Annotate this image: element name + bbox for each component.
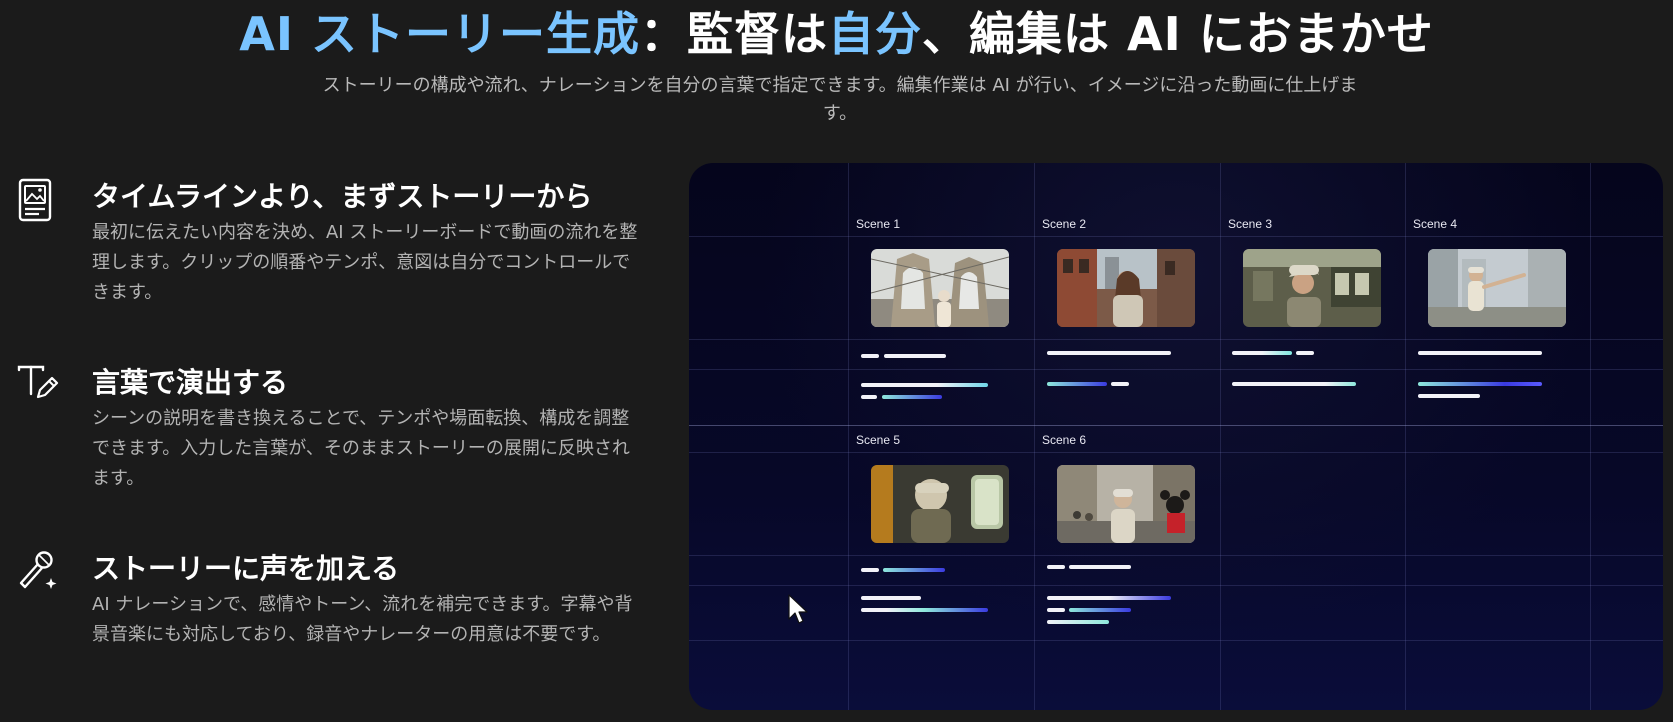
text-placeholder-bar <box>861 568 879 572</box>
text-placeholder-bar <box>1047 596 1171 600</box>
text-placeholder-bar <box>1296 351 1314 355</box>
scene-label-2: Scene 2 <box>1042 217 1087 231</box>
page-subtitle: ストーリーの構成や流れ、ナレーションを自分の言葉で指定できます。編集作業は AI… <box>322 75 1358 124</box>
text-placeholder-bar <box>1418 394 1480 398</box>
storyboard-icon <box>16 178 60 222</box>
feature-description: 最初に伝えたい内容を決め、AI ストーリーボードで動画の流れを整理します。クリッ… <box>92 222 638 303</box>
storyboard-preview: Scene 1 Scene 2 Scene 3 Scene 4 Scene 5 … <box>689 163 1663 710</box>
page-title: AI ストーリー生成：監督は自分、編集は AI におまかせ <box>0 2 1673 66</box>
scene-2-thumbnail[interactable] <box>1057 249 1195 327</box>
scene-label-6: Scene 6 <box>1042 433 1087 447</box>
page: AI ストーリー生成：監督は自分、編集は AI におまかせ ストーリーの構成や流… <box>0 0 1673 722</box>
text-placeholder-bar <box>1418 351 1542 355</box>
grid-line <box>689 236 1663 237</box>
text-placeholder-bar <box>861 395 877 399</box>
mouse-cursor-icon <box>787 593 811 627</box>
feature-title: 言葉で演出する <box>92 366 289 399</box>
text-placeholder-bar <box>884 354 946 358</box>
scene-5-thumbnail[interactable] <box>871 465 1009 543</box>
grid-line <box>689 555 1663 556</box>
grid-line <box>689 339 1663 340</box>
text-placeholder-bar <box>883 568 945 572</box>
text-placeholder-bar <box>1069 608 1131 612</box>
text-placeholder-bar <box>1047 382 1107 386</box>
scene-label-1: Scene 1 <box>856 217 901 231</box>
title-part-4: 、編集は AI におまかせ <box>921 7 1434 61</box>
grid-line <box>689 640 1663 641</box>
text-placeholder-bar <box>1047 608 1065 612</box>
text-placeholder-bar <box>1047 565 1065 569</box>
scene-label-3: Scene 3 <box>1228 217 1273 231</box>
title-accent-2: 自分 <box>827 7 922 61</box>
grid-line <box>848 163 849 710</box>
scene-label-4: Scene 4 <box>1413 217 1458 231</box>
grid-line <box>689 369 1663 370</box>
text-placeholder-bar <box>1047 620 1109 624</box>
scene-3-thumbnail[interactable] <box>1243 249 1381 327</box>
text-placeholder-bar <box>1232 351 1292 355</box>
text-placeholder-bar <box>882 395 942 399</box>
title-accent-1: AI ストーリー生成 <box>239 7 640 61</box>
grid-line <box>689 452 1663 453</box>
grid-line <box>1034 163 1035 710</box>
text-placeholder-bar <box>861 383 988 387</box>
feature-title: タイムラインより、まずストーリーから <box>92 180 593 213</box>
text-placeholder-bar <box>1047 351 1171 355</box>
feature-description: シーンの説明を書き換えることで、テンポや場面転換、構成を調整できます。入力した言… <box>92 408 630 489</box>
grid-line <box>689 425 1663 426</box>
microphone-sparkle-icon <box>16 550 60 594</box>
text-placeholder-bar <box>861 608 988 612</box>
text-placeholder-bar <box>1069 565 1131 569</box>
feature-title: ストーリーに声を加える <box>92 552 400 585</box>
text-placeholder-bar <box>1111 382 1129 386</box>
scene-1-thumbnail[interactable] <box>871 249 1009 327</box>
scene-6-thumbnail[interactable] <box>1057 465 1195 543</box>
text-placeholder-bar <box>1418 382 1542 386</box>
scene-label-5: Scene 5 <box>856 433 901 447</box>
scene-4-thumbnail[interactable] <box>1428 249 1566 327</box>
grid-line <box>1590 163 1591 710</box>
grid-line <box>1220 163 1221 710</box>
grid-line <box>689 585 1663 586</box>
feature-description: AI ナレーションで、感情やトーン、流れを補完できます。字幕や背景音楽にも対応し… <box>92 594 633 645</box>
title-part-2: ：監督は <box>639 7 828 61</box>
grid-line <box>1405 163 1406 710</box>
text-placeholder-bar <box>861 596 921 600</box>
text-placeholder-bar <box>861 354 879 358</box>
text-edit-icon <box>16 364 60 408</box>
text-placeholder-bar <box>1232 382 1356 386</box>
